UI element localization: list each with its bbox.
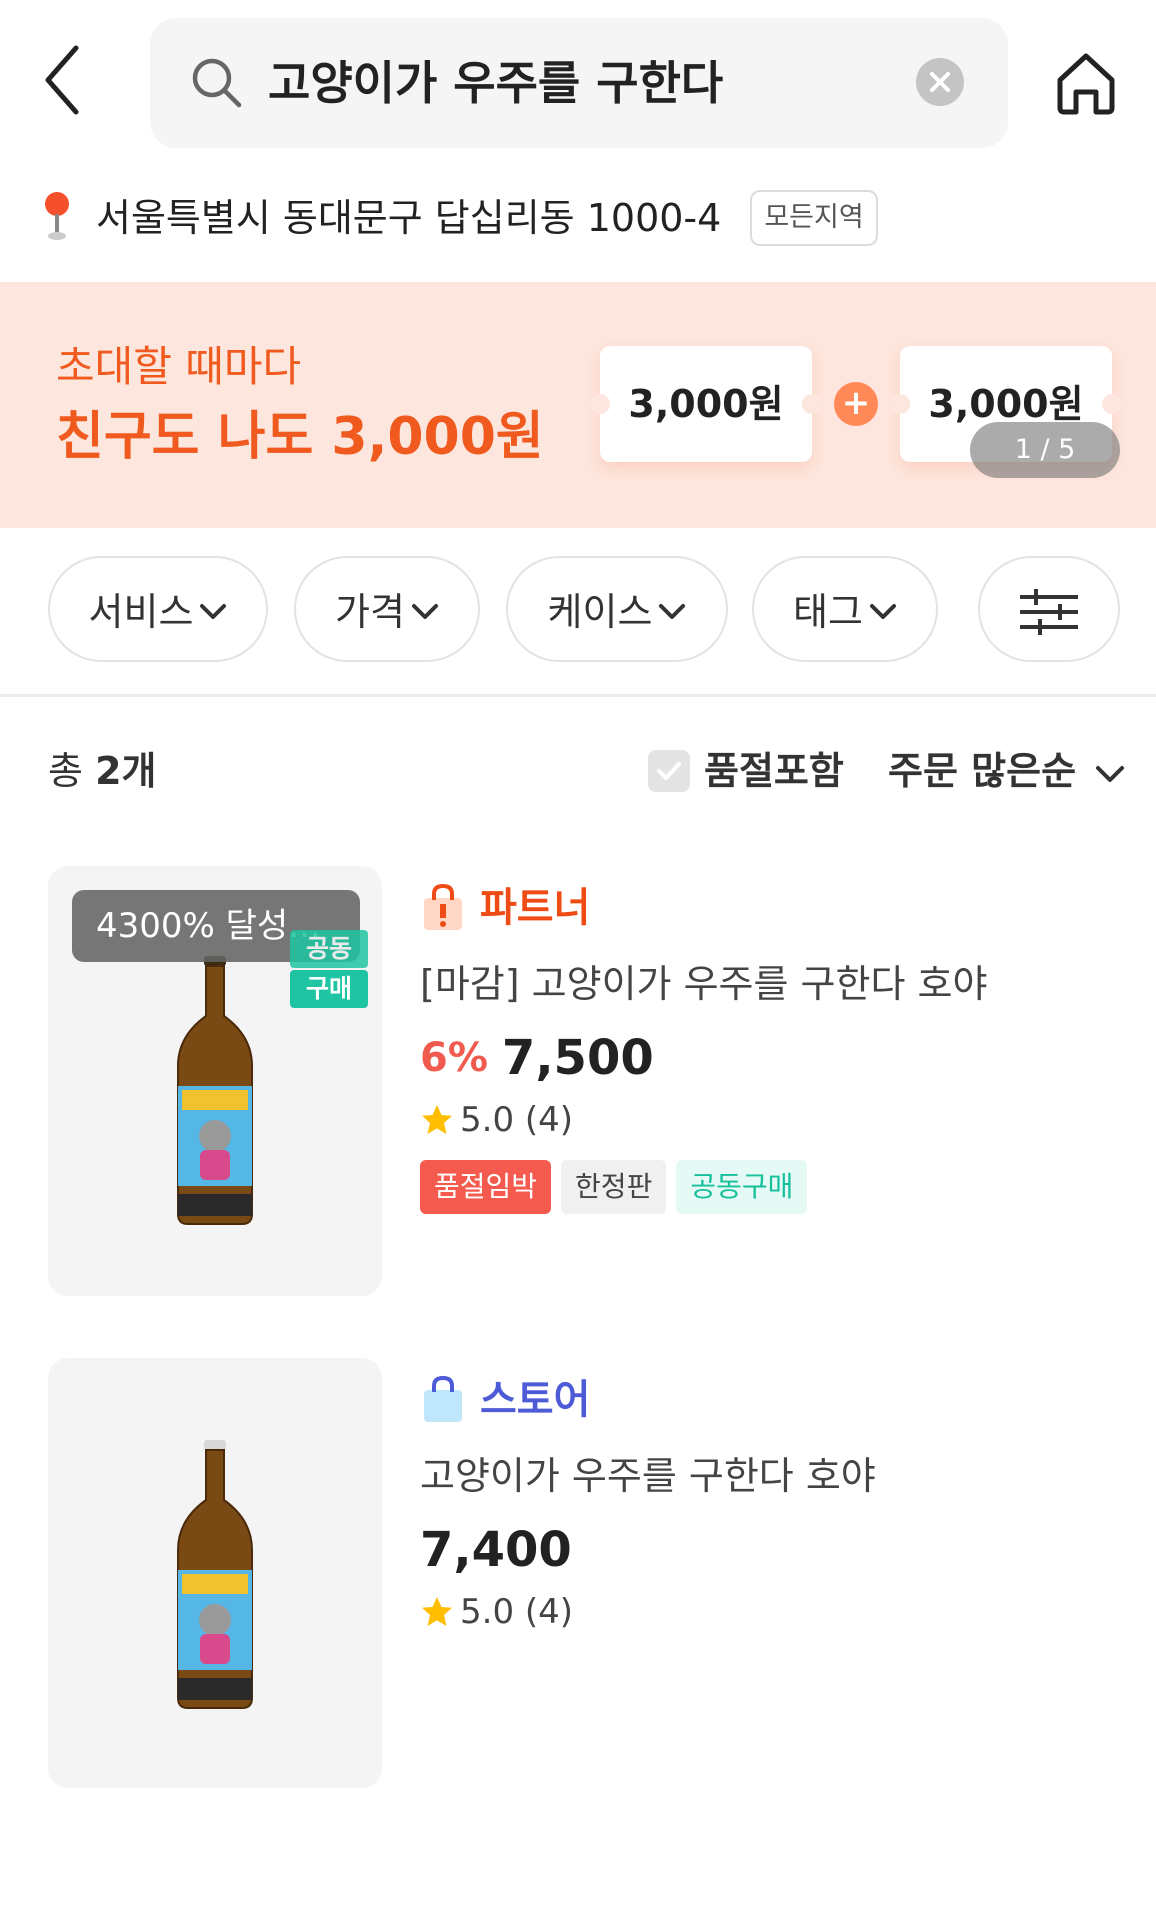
product-tags: 품절임박 한정판 공동구매 (420, 1160, 817, 1216)
map-pin-icon (45, 192, 69, 240)
group-buy-label-top: 공동 (290, 930, 368, 968)
chevron-down-icon (200, 603, 227, 619)
filter-case-label: 케이스 (547, 589, 653, 634)
beer-bottle-image (177, 956, 253, 1225)
check-icon (657, 762, 681, 780)
discount-rate: 6% (420, 1035, 488, 1081)
search-bar[interactable]: 고양이가 우주를 구한다 (150, 18, 1008, 148)
location-address: 서울특별시 동대문구 답십리동 1000-4 (96, 196, 722, 240)
promo-banner[interactable]: 초대할 때마다 친구도 나도 3,000원 3,000원 + 3,000원 1 … (0, 282, 1156, 528)
store-bag-icon (424, 1376, 462, 1422)
location-bar[interactable]: 서울특별시 동대문구 답십리동 1000-4 모든지역 (40, 186, 1140, 250)
search-input[interactable]: 고양이가 우주를 구한다 (268, 48, 723, 118)
section-divider (0, 694, 1156, 697)
top-app-bar: 고양이가 우주를 구한다 (0, 0, 1156, 166)
filter-tag[interactable]: 태그 (752, 556, 938, 662)
include-soldout-checkbox[interactable] (648, 750, 690, 792)
tag-soldout-soon: 품절임박 (420, 1160, 552, 1214)
price-row: 7,400 (420, 1518, 572, 1582)
filter-settings-button[interactable] (978, 556, 1120, 662)
product-rating: 5.0 (4) (420, 1584, 573, 1640)
beer-bottle-image (177, 1440, 253, 1709)
banner-subtitle: 초대할 때마다 (56, 342, 302, 391)
banner-title: 친구도 나도 3,000원 (56, 407, 544, 467)
close-icon (930, 72, 950, 92)
filter-service[interactable]: 서비스 (48, 556, 268, 662)
star-icon (422, 1597, 452, 1626)
plus-icon: + (834, 382, 878, 426)
seller-type-label: 스토어 (480, 1377, 591, 1423)
filter-service-label: 서비스 (88, 589, 194, 634)
rating-text: 5.0 (4) (460, 1100, 574, 1140)
sort-dropdown[interactable]: 주문 많은순 (888, 738, 1125, 804)
include-soldout-label[interactable]: 품절포함 (704, 738, 844, 804)
result-count-value: 2개 (95, 749, 157, 793)
chevron-left-icon (45, 45, 79, 115)
all-regions-button[interactable]: 모든지역 (750, 190, 878, 246)
filter-price-label: 가격 (335, 589, 405, 634)
chevron-down-icon (1096, 765, 1125, 782)
back-button[interactable] (40, 42, 84, 118)
product-thumbnail[interactable] (48, 1358, 382, 1788)
product-price: 7,400 (420, 1522, 572, 1578)
filter-chip-row: 서비스 가격 케이스 태그 (0, 556, 1156, 666)
tag-group-buy: 공동구매 (676, 1160, 808, 1214)
filter-tag-label: 태그 (793, 589, 863, 634)
coupon-card-left: 3,000원 (590, 346, 822, 462)
partner-bag-icon (424, 884, 462, 930)
product-rating: 5.0 (4) (420, 1092, 573, 1148)
filter-case[interactable]: 케이스 (506, 556, 728, 662)
search-icon (192, 58, 242, 108)
results-header: 총 2개 품절포함 주문 많은순 (0, 738, 1156, 804)
product-card[interactable]: 4300% 달성... 공동 구매 파트너 [마감] 고양이가 우주를 구한다 … (0, 866, 1156, 1296)
sliders-icon (1020, 588, 1078, 635)
product-card[interactable]: 스토어 고양이가 우주를 구한다 호야 7,400 5.0 (4) (0, 1358, 1156, 1788)
chevron-down-icon (659, 603, 686, 619)
chevron-down-icon (869, 603, 896, 619)
result-count: 총 2개 (48, 738, 156, 804)
tag-limited-edition: 한정판 (561, 1160, 667, 1214)
seller-type-label: 파트너 (480, 885, 591, 931)
star-icon (422, 1105, 452, 1134)
product-title[interactable]: 고양이가 우주를 구한다 호야 (420, 1448, 876, 1504)
home-icon (1057, 53, 1115, 115)
group-buy-label-bottom: 구매 (290, 970, 368, 1008)
price-row: 6% 7,500 (420, 1026, 654, 1090)
sort-label: 주문 많은순 (888, 749, 1077, 793)
banner-page-indicator: 1 / 5 (970, 422, 1120, 478)
rating-text: 5.0 (4) (460, 1592, 574, 1632)
result-count-prefix: 총 (48, 749, 83, 793)
product-price: 7,500 (501, 1030, 654, 1086)
product-thumbnail[interactable]: 4300% 달성... 공동 구매 (48, 866, 382, 1296)
product-title[interactable]: [마감] 고양이가 우주를 구한다 호야 (420, 956, 987, 1012)
clear-search-button[interactable] (916, 58, 964, 106)
home-button[interactable] (1054, 50, 1118, 116)
filter-price[interactable]: 가격 (294, 556, 480, 662)
chevron-down-icon (411, 603, 438, 619)
